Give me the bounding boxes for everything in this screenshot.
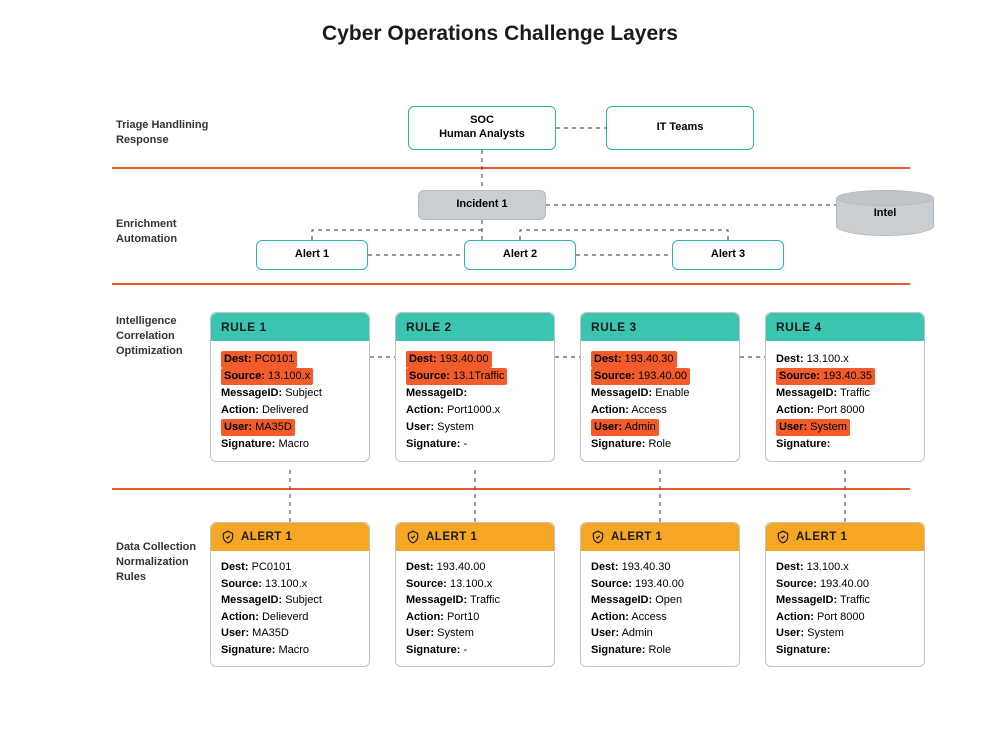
alert-card-2: ALERT 1 Dest: 193.40.00 Source: 13.100.x… [395,522,555,667]
rule-head: RULE 2 [396,313,554,341]
cyl-intel-label: Intel [874,207,897,219]
divider-3 [112,488,910,490]
rule-card-3: RULE 3 Dest: 193.40.30 Source: 193.40.00… [580,312,740,462]
label-datacollection: Data CollectionNormalizationRules [116,540,196,585]
box-alert1: Alert 1 [256,240,368,270]
shield-icon [591,530,605,544]
divider-1 [112,167,910,169]
rule-head: RULE 1 [211,313,369,341]
rule-card-4: RULE 4 Dest: 13.100.x Source: 193.40.35 … [765,312,925,462]
cyl-intel: Intel [836,190,934,236]
shield-icon [406,530,420,544]
alert-head: ALERT 1 [211,523,369,551]
alert-card-1: ALERT 1 Dest: PC0101 Source: 13.100.x Me… [210,522,370,667]
alert-card-4: ALERT 1 Dest: 13.100.x Source: 193.40.00… [765,522,925,667]
divider-2 [112,283,910,285]
rule-head: RULE 4 [766,313,924,341]
alert-head: ALERT 1 [581,523,739,551]
rule-head: RULE 3 [581,313,739,341]
alert-head: ALERT 1 [396,523,554,551]
box-soc: SOCHuman Analysts [408,106,556,150]
alert-card-3: ALERT 1 Dest: 193.40.30 Source: 193.40.0… [580,522,740,667]
label-enrichment: EnrichmentAutomation [116,217,177,247]
label-intelligence: IntelligenceCorrelationOptimization [116,314,183,359]
rule-card-2: RULE 2 Dest: 193.40.00 Source: 13.1Traff… [395,312,555,462]
box-it: IT Teams [606,106,754,150]
label-triage: Triage HandliningResponse [116,118,208,148]
box-alert2: Alert 2 [464,240,576,270]
box-alert3: Alert 3 [672,240,784,270]
shield-icon [221,530,235,544]
box-incident: Incident 1 [418,190,546,220]
shield-icon [776,530,790,544]
page-title: Cyber Operations Challenge Layers [0,22,1000,46]
alert-head: ALERT 1 [766,523,924,551]
rule-card-1: RULE 1 Dest: PC0101 Source: 13.100.x Mes… [210,312,370,462]
